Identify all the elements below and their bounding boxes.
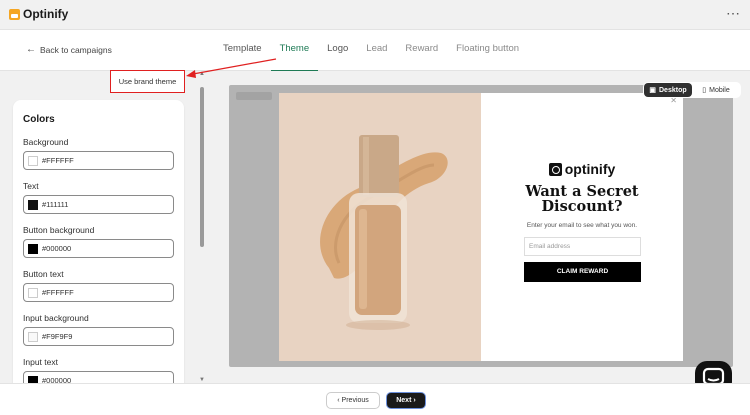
- popup-preview: ✕ optinify Want a Secret Discount? Enter…: [279, 93, 683, 361]
- popup-headline: Want a Secret Discount?: [481, 184, 683, 214]
- tab-reward[interactable]: Reward: [396, 30, 447, 71]
- back-to-campaigns-link[interactable]: ← Back to campaigns: [26, 44, 112, 55]
- background-color-label: Background: [23, 137, 69, 147]
- tab-floating-button[interactable]: Floating button: [447, 30, 528, 71]
- colors-panel: Colors Background #FFFFFF Text #111111 B…: [13, 100, 184, 390]
- color-swatch[interactable]: [28, 287, 38, 298]
- button-background-color-input[interactable]: #000000: [23, 239, 174, 258]
- popup-brand-logo: optinify: [481, 161, 683, 177]
- popup-brand-name: optinify: [564, 161, 616, 177]
- color-value: #FFFFFF: [42, 156, 74, 165]
- button-text-color-input[interactable]: #FFFFFF: [23, 283, 174, 302]
- next-button[interactable]: Next ›: [386, 392, 426, 409]
- text-color-label: Text: [23, 181, 39, 191]
- scroll-up-icon[interactable]: ▲: [199, 71, 205, 77]
- next-label: Next: [396, 397, 412, 404]
- app-topbar: Optinify ⋯: [0, 0, 750, 30]
- input-background-color-label: Input background: [23, 313, 89, 323]
- popup-content: ✕ optinify Want a Secret Discount? Enter…: [481, 93, 683, 361]
- chevron-right-icon: ›: [413, 397, 416, 404]
- background-color-input[interactable]: #FFFFFF: [23, 151, 174, 170]
- product-image: [279, 93, 481, 361]
- input-background-color-input[interactable]: #F9F9F9: [23, 327, 174, 346]
- mobile-label: Mobile: [709, 86, 730, 94]
- email-field[interactable]: Email address: [524, 237, 641, 256]
- color-value: #FFFFFF: [42, 288, 74, 297]
- mobile-icon: ▯: [702, 87, 707, 94]
- colors-panel-title: Colors: [23, 114, 55, 125]
- color-swatch[interactable]: [28, 199, 38, 210]
- previous-label: Previous: [341, 397, 369, 404]
- back-link-label: Back to campaigns: [40, 44, 112, 55]
- use-brand-theme-button[interactable]: Use brand theme: [110, 70, 185, 93]
- desktop-toggle-button[interactable]: ▣ Desktop: [644, 83, 692, 97]
- chevron-left-icon: ‹: [337, 397, 340, 404]
- app-title: Optinify: [23, 7, 69, 21]
- button-text-color-label: Button text: [23, 269, 64, 279]
- editor-header: ← Back to campaigns Template Theme Logo …: [0, 30, 750, 71]
- headline-line-2: Discount?: [541, 198, 623, 215]
- input-text-color-label: Input text: [23, 357, 58, 367]
- step-tabs: Template Theme Logo Lead Reward Floating…: [214, 30, 528, 71]
- brand-mark-icon: [548, 162, 562, 176]
- device-toggle: ▣ Desktop ▯ Mobile: [643, 82, 741, 98]
- footer-nav: ‹ Previous Next ›: [0, 383, 750, 415]
- text-color-input[interactable]: #111111: [23, 195, 174, 214]
- panel-scrollbar[interactable]: ▲ ▼: [199, 71, 207, 383]
- tab-logo[interactable]: Logo: [318, 30, 357, 71]
- scrollbar-thumb[interactable]: [200, 87, 204, 247]
- desktop-icon: ▣: [649, 87, 656, 94]
- tab-template[interactable]: Template: [214, 30, 271, 71]
- desktop-label: Desktop: [659, 86, 687, 94]
- color-value: #F9F9F9: [42, 332, 73, 341]
- color-value: #000000: [42, 244, 72, 253]
- tab-theme[interactable]: Theme: [270, 30, 319, 71]
- app-logo-icon: [9, 9, 20, 20]
- color-swatch[interactable]: [28, 243, 38, 254]
- claim-reward-button[interactable]: CLAIM REWARD: [524, 262, 641, 282]
- color-swatch[interactable]: [28, 331, 38, 342]
- headline-line-1: Want a Secret: [525, 183, 639, 200]
- tab-lead[interactable]: Lead: [357, 30, 396, 71]
- mobile-toggle-button[interactable]: ▯ Mobile: [692, 83, 740, 97]
- more-horizontal-icon[interactable]: ⋯: [726, 5, 740, 22]
- previous-button[interactable]: ‹ Previous: [326, 392, 380, 409]
- color-value: #111111: [42, 200, 69, 209]
- arrow-left-icon: ←: [26, 44, 36, 55]
- preview-placeholder-bar: [236, 92, 272, 100]
- color-swatch[interactable]: [28, 155, 38, 166]
- popup-subtext: Enter your email to see what you won.: [526, 222, 638, 229]
- button-background-color-label: Button background: [23, 225, 95, 235]
